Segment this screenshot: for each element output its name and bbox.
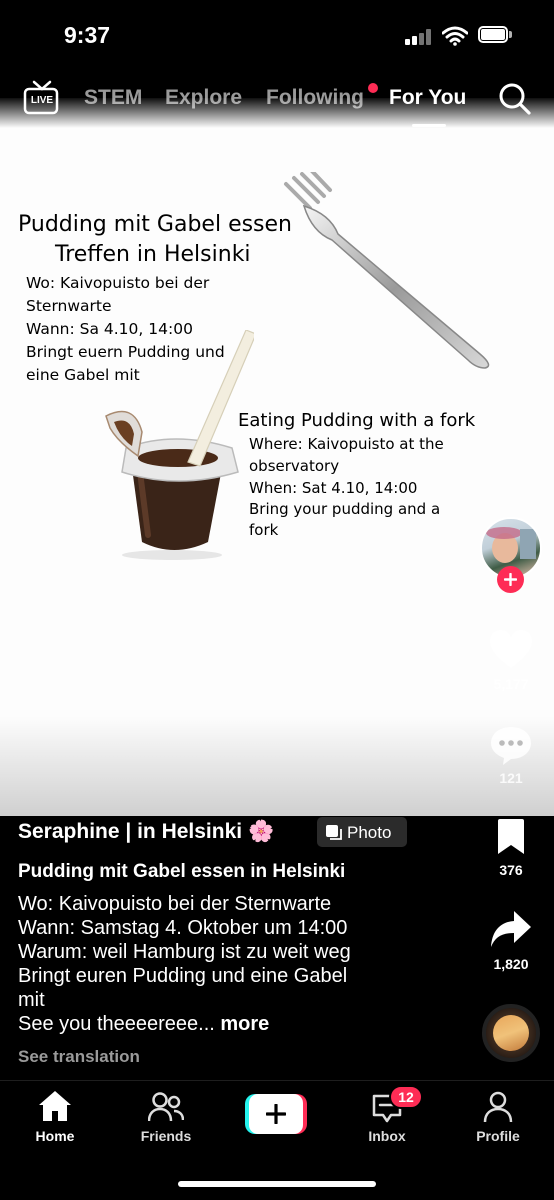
post-english-line: When: Sat 4.10, 14:00 — [249, 479, 418, 497]
tab-explore[interactable]: Explore — [165, 86, 242, 110]
nav-home[interactable]: Home — [10, 1090, 100, 1150]
inbox-badge: 12 — [389, 1085, 423, 1109]
caption-last-line: See you theeeereee... more — [18, 1013, 269, 1036]
tab-for-you[interactable]: For You — [389, 86, 466, 110]
post-english-title: Eating Pudding with a fork — [238, 410, 476, 431]
save-count: 376 — [499, 862, 523, 878]
like-heart-icon[interactable] — [488, 628, 534, 670]
caption-title: Pudding mit Gabel essen in Helsinki — [18, 861, 346, 882]
comment-count: 121 — [499, 770, 523, 786]
post-german-title-1: Pudding mit Gabel essen — [18, 212, 293, 237]
photo-badge-label: Photo — [347, 823, 392, 842]
caption-line: Wann: Samstag 4. Oktober um 14:00 — [18, 917, 348, 939]
nav-inbox-label: Inbox — [368, 1128, 406, 1144]
profile-icon — [483, 1091, 513, 1123]
more-button[interactable]: more — [220, 1013, 269, 1035]
post-german-line: Sternwarte — [26, 297, 112, 315]
follow-button[interactable] — [497, 566, 524, 593]
pudding-cup-illustration — [105, 330, 254, 560]
plus-icon — [266, 1104, 286, 1124]
nav-friends[interactable]: Friends — [121, 1090, 211, 1150]
sound-disc[interactable] — [482, 1004, 540, 1062]
share-count: 1,820 — [493, 956, 529, 972]
post-german-line: Wo: Kaivopuisto bei der — [26, 274, 210, 292]
plus-icon — [504, 573, 517, 586]
post-english-line: Where: Kaivopuisto at the — [249, 435, 444, 453]
caption-line: See you theeeereee... — [18, 1013, 215, 1035]
cellular-signal-icon — [405, 29, 433, 45]
following-new-dot — [368, 83, 378, 93]
friends-icon — [148, 1092, 184, 1122]
nav-home-label: Home — [35, 1128, 75, 1144]
caption-line: Wo: Kaivopuisto bei der Sternwarte — [18, 893, 332, 915]
post-german-title-2: Treffen in Helsinki — [55, 242, 251, 267]
caption-line: mit — [18, 989, 45, 1011]
like-count: 5,177 — [493, 676, 529, 692]
wifi-icon — [442, 26, 468, 46]
sound-cover-thumbnail — [493, 1015, 529, 1051]
caption-line: Bringt euren Pudding und eine Gabel — [18, 965, 348, 987]
status-time: 9:37 — [64, 22, 111, 48]
post-german-line: Wann: Sa 4.10, 14:00 — [26, 320, 193, 338]
author-name[interactable]: Seraphine | in Helsinki 🌸 — [18, 820, 274, 844]
post-german-line: Bringt euern Pudding und — [26, 343, 225, 361]
post-english-line: fork — [249, 521, 279, 539]
home-icon — [39, 1091, 71, 1121]
home-indicator[interactable] — [178, 1181, 376, 1187]
create-post-button[interactable] — [245, 1094, 307, 1134]
comment-icon[interactable] — [489, 724, 533, 766]
bottom-nav-divider — [0, 1080, 554, 1081]
post-english-line: observatory — [249, 457, 340, 475]
nav-profile[interactable]: Profile — [453, 1090, 543, 1150]
tab-stem[interactable]: STEM — [84, 86, 142, 110]
share-arrow-icon[interactable] — [490, 909, 532, 949]
fork-illustration — [284, 172, 490, 369]
battery-icon — [478, 26, 514, 46]
live-tv-button[interactable]: LIVE — [22, 80, 62, 116]
bookmark-icon[interactable] — [495, 818, 527, 856]
caption-line: Warum: weil Hamburg ist zu weit weg — [18, 941, 351, 963]
inbox-badge-count: 12 — [398, 1089, 414, 1105]
post-german-line: eine Gabel mit — [26, 366, 140, 384]
see-translation-link[interactable]: See translation — [18, 1047, 140, 1067]
photo-icon — [326, 825, 342, 840]
nav-profile-label: Profile — [476, 1128, 520, 1144]
post-image[interactable]: Pudding mit Gabel essen Treffen in Helsi… — [0, 98, 554, 816]
tab-active-indicator — [412, 124, 446, 127]
live-label: LIVE — [30, 95, 54, 106]
search-icon[interactable] — [498, 82, 532, 116]
post-english-line: Bring your pudding and a — [249, 500, 441, 518]
photo-badge: Photo — [317, 817, 407, 847]
tab-following[interactable]: Following — [266, 86, 364, 110]
post-bottom-fade — [0, 716, 554, 816]
nav-friends-label: Friends — [140, 1128, 192, 1144]
